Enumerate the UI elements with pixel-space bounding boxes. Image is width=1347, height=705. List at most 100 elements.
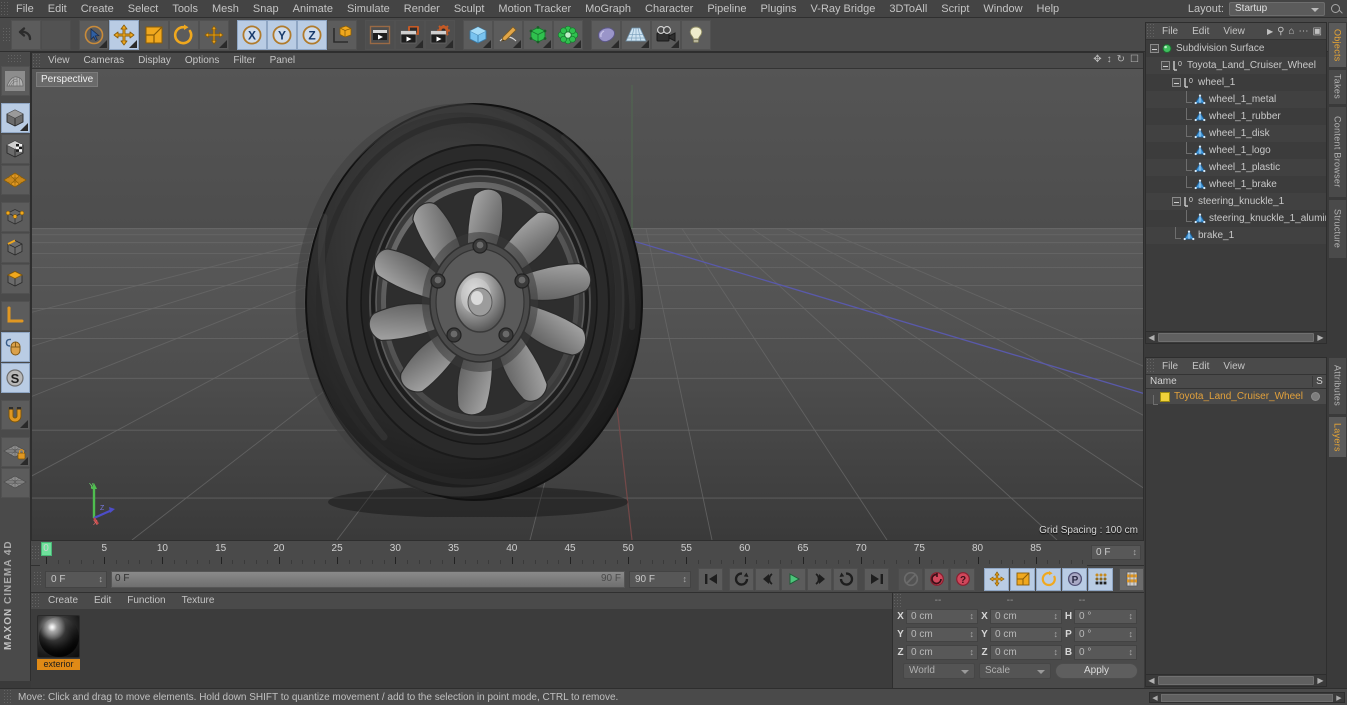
scroll-left-arrow[interactable]: ◀ xyxy=(1146,676,1157,685)
go-to-start-button[interactable] xyxy=(698,567,723,591)
layer-hscrollbar[interactable]: ◀ ▶ xyxy=(1146,674,1326,686)
left-toolbar-gripper[interactable] xyxy=(7,54,23,63)
scale-tool[interactable] xyxy=(139,19,169,50)
menu-edit[interactable]: Edit xyxy=(41,0,74,18)
x-axis-lock[interactable]: X xyxy=(237,19,267,50)
size-y-field[interactable]: 0 cm xyxy=(990,627,1062,642)
dolly-icon[interactable]: ↕ xyxy=(1107,54,1112,65)
redo-button[interactable] xyxy=(41,19,71,50)
layer-menu-file[interactable]: File xyxy=(1155,358,1185,375)
material-list[interactable]: exterior xyxy=(31,609,892,688)
maximize-view-icon[interactable]: ☐ xyxy=(1130,54,1139,65)
menu-mograph[interactable]: MoGraph xyxy=(578,0,638,18)
object-tree-row[interactable]: wheel_1_logo xyxy=(1146,142,1326,159)
vtab-content-browser[interactable]: Content Browser xyxy=(1328,106,1347,198)
points-mode-button[interactable] xyxy=(0,202,30,232)
menu-file[interactable]: File xyxy=(9,0,41,18)
rotation-h-field[interactable]: 0 ° xyxy=(1074,609,1137,624)
play-button[interactable] xyxy=(781,567,806,591)
model-mode-button[interactable] xyxy=(0,134,30,164)
object-tree-row[interactable]: 0 Toyota_Land_Cruiser_Wheel xyxy=(1146,57,1326,74)
timeline-layout-button[interactable] xyxy=(1119,567,1144,591)
menu-create[interactable]: Create xyxy=(74,0,121,18)
timeline-ruler[interactable]: 051015202530354045505560657075808590 xyxy=(40,541,1087,566)
layer-row[interactable]: Toyota_Land_Cruiser_Wheel xyxy=(1146,389,1326,405)
layer-solo-toggle[interactable] xyxy=(1311,392,1320,401)
step-back-button[interactable] xyxy=(755,567,780,591)
viewport-gripper[interactable] xyxy=(32,52,41,69)
autokeying-button[interactable] xyxy=(924,567,949,591)
layer-menu-edit[interactable]: Edit xyxy=(1185,358,1216,375)
menu-mesh[interactable]: Mesh xyxy=(205,0,246,18)
render-view-button[interactable] xyxy=(365,19,395,50)
object-manager-gripper[interactable] xyxy=(1146,23,1155,39)
material-preview-sphere[interactable] xyxy=(37,615,80,658)
live-selection-tool[interactable] xyxy=(79,19,109,50)
menu-render[interactable]: Render xyxy=(397,0,447,18)
scroll-left-arrow[interactable]: ◀ xyxy=(1146,333,1157,342)
menu-plugins[interactable]: Plugins xyxy=(753,0,803,18)
scroll-thumb[interactable] xyxy=(1158,333,1314,342)
menu-v-ray-bridge[interactable]: V-Ray Bridge xyxy=(804,0,883,18)
viewport-menu-panel[interactable]: Panel xyxy=(263,53,303,69)
current-frame-field[interactable]: 0 F xyxy=(45,570,107,588)
vtab-structure[interactable]: Structure xyxy=(1328,199,1347,259)
uv-texture-mode-button[interactable] xyxy=(0,66,30,96)
object-tree-row[interactable]: steering_knuckle_1_aluminu xyxy=(1146,210,1326,227)
render-settings-button[interactable] xyxy=(425,19,455,50)
object-axis-button[interactable] xyxy=(0,301,30,331)
polygons-mode-button[interactable] xyxy=(0,264,30,294)
scroll-right-arrow[interactable]: ▶ xyxy=(1334,694,1344,702)
loop-button[interactable] xyxy=(833,567,858,591)
step-forward-button[interactable] xyxy=(807,567,832,591)
enable-snap-button[interactable]: S xyxy=(0,363,30,393)
spline-pen-button[interactable] xyxy=(493,19,523,50)
scale-key-button[interactable] xyxy=(1010,567,1035,591)
object-tree[interactable]: Subdivision Surface 0 Toyota_Land_Cruiser_… xyxy=(1146,40,1326,330)
cube-primitive-button[interactable] xyxy=(463,19,493,50)
material-gripper[interactable] xyxy=(31,593,40,609)
layer-manager-gripper[interactable] xyxy=(1146,358,1155,374)
play-reverse-loop-button[interactable] xyxy=(729,567,754,591)
object-menu-edit[interactable]: Edit xyxy=(1185,23,1216,40)
chevron-right-icon[interactable]: ▶ xyxy=(1267,27,1273,36)
move-tool[interactable] xyxy=(109,19,139,50)
scroll-right-arrow[interactable]: ▶ xyxy=(1315,333,1326,342)
pla-key-button[interactable]: P xyxy=(1062,567,1087,591)
menu-animate[interactable]: Animate xyxy=(286,0,340,18)
record-active-objects-button[interactable] xyxy=(898,567,923,591)
viewport-menu-view[interactable]: View xyxy=(41,53,77,69)
rotation-b-field[interactable]: 0 ° xyxy=(1074,645,1137,660)
scroll-left-arrow[interactable]: ◀ xyxy=(1150,694,1160,702)
object-tree-row[interactable]: wheel_1_rubber xyxy=(1146,108,1326,125)
viewport-menu-cameras[interactable]: Cameras xyxy=(77,53,132,69)
go-to-end-button[interactable] xyxy=(864,567,889,591)
make-editable-button[interactable] xyxy=(0,103,30,133)
tree-expander-icon[interactable] xyxy=(1172,78,1181,87)
menu-window[interactable]: Window xyxy=(976,0,1029,18)
object-tree-row[interactable]: brake_1 xyxy=(1146,227,1326,244)
object-tree-row[interactable]: 0 steering_knuckle_1 xyxy=(1146,193,1326,210)
object-tree-row[interactable]: wheel_1_brake xyxy=(1146,176,1326,193)
position-x-field[interactable]: 0 cm xyxy=(906,609,978,624)
menu-simulate[interactable]: Simulate xyxy=(340,0,397,18)
y-axis-lock[interactable]: Y xyxy=(267,19,297,50)
perspective-viewport[interactable]: Perspective Y Z X Grid Spacing: 100 cm xyxy=(32,69,1143,540)
timeline-frame-field[interactable]: 0 F xyxy=(1091,545,1141,560)
coordinates-gripper[interactable] xyxy=(893,592,902,609)
environment-button[interactable] xyxy=(591,19,621,50)
axis-move-tool[interactable] xyxy=(199,19,229,50)
position-z-field[interactable]: 0 cm xyxy=(906,645,978,660)
material-menu-create[interactable]: Create xyxy=(40,593,86,609)
vtab-objects[interactable]: Objects xyxy=(1328,22,1347,68)
menu-snap[interactable]: Snap xyxy=(246,0,286,18)
rotate-tool[interactable] xyxy=(169,19,199,50)
scroll-thumb[interactable] xyxy=(1161,693,1333,702)
point-level-animation-button[interactable] xyxy=(1088,567,1113,591)
magnet-button[interactable] xyxy=(0,400,30,430)
generator-button[interactable] xyxy=(523,19,553,50)
keyframe-selection-button[interactable]: ? xyxy=(950,567,975,591)
menu-3dtoall[interactable]: 3DToAll xyxy=(882,0,934,18)
expand-panel-icon[interactable]: ▣ xyxy=(1313,26,1322,37)
statusbar-gripper[interactable] xyxy=(3,689,12,705)
